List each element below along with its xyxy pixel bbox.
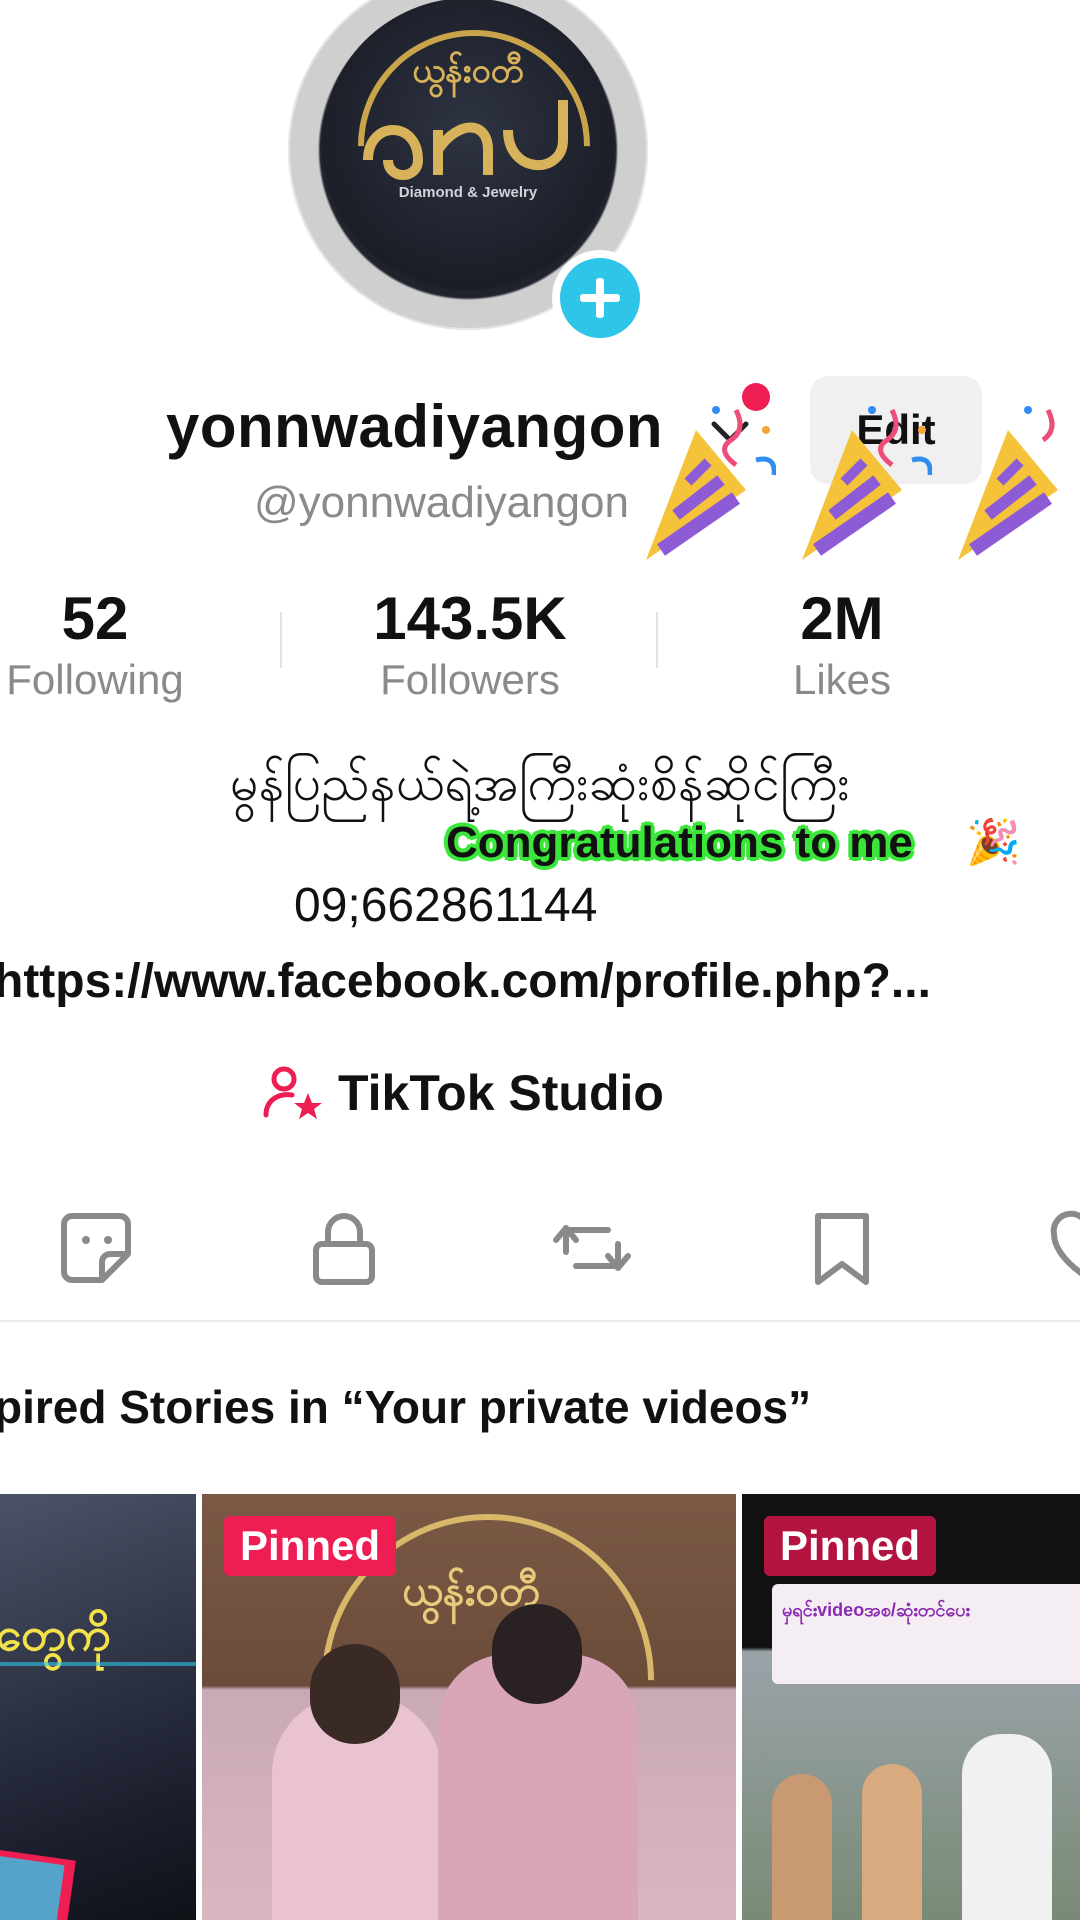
bio-link[interactable]: https://www.facebook.com/profile.php?... [0,954,931,1009]
lock-icon[interactable] [304,1208,384,1288]
repost-icon[interactable] [552,1208,632,1288]
stat-divider [656,612,658,668]
person-head [310,1644,400,1744]
video-tile[interactable]: တွေကို [0,1494,196,1920]
avatar-tagline: Diamond & Jewelry [398,184,538,201]
bookmark-icon[interactable] [802,1208,882,1288]
profile-username: yonnwadiyangon [166,393,664,460]
expired-stories-notice[interactable]: pired Stories in “Your private videos” [0,1380,811,1434]
plus-icon [580,278,620,318]
followers-label: Followers [380,656,560,703]
caption-underline [0,1662,196,1666]
likes-count[interactable]: 2M [740,584,944,653]
person-head [492,1604,582,1704]
tile-decoration [0,1855,65,1920]
tiktok-studio-label: TikTok Studio [338,1065,664,1121]
party-popper-icon [958,406,1058,560]
pinned-badge: Pinned [224,1516,397,1576]
tiktok-studio-button[interactable]: TikTok Studio [262,1064,664,1122]
party-popper-icon [802,406,932,560]
profile-handle: @yonnwadiyangon [254,478,629,527]
followers-count[interactable]: 143.5K [340,584,600,653]
pinned-badge: Pinned [764,1516,937,1576]
following-label: Following [6,656,184,703]
liked-icon[interactable] [1048,1208,1080,1288]
avatar-logo-mark [363,100,568,180]
tabs-divider [0,1320,1080,1322]
stat-divider [280,612,282,668]
party-popper-icon [646,406,776,560]
video-tile[interactable]: ယွန်းဝတီ Pinned [202,1494,736,1920]
video-tile[interactable]: မှရင်းvideoအစ/ဆုံးတင်ပေး Pinned [742,1494,1080,1920]
person-figure [862,1764,922,1920]
party-popper-emoji: 🎉 [966,818,1021,867]
likes-label: Likes [792,656,892,703]
bio-text: မွန်ပြည်နယ်ရဲ့အကြီးဆုံးစိန်ဆိုင်ကြီး [230,754,850,812]
congrats-sticker-text: Congratulations to me [446,818,913,867]
add-story-button[interactable] [552,250,648,346]
creator-star-icon [263,1066,322,1119]
stickers-icon[interactable] [56,1208,136,1288]
following-count[interactable]: 52 [0,584,190,653]
person-figure [962,1734,1052,1920]
video-caption: မှရင်းvideoအစ/ဆုံးတင်ပေး [782,1600,970,1620]
bio-phone: 09;662861144 [294,879,598,932]
person-figure [772,1774,832,1920]
